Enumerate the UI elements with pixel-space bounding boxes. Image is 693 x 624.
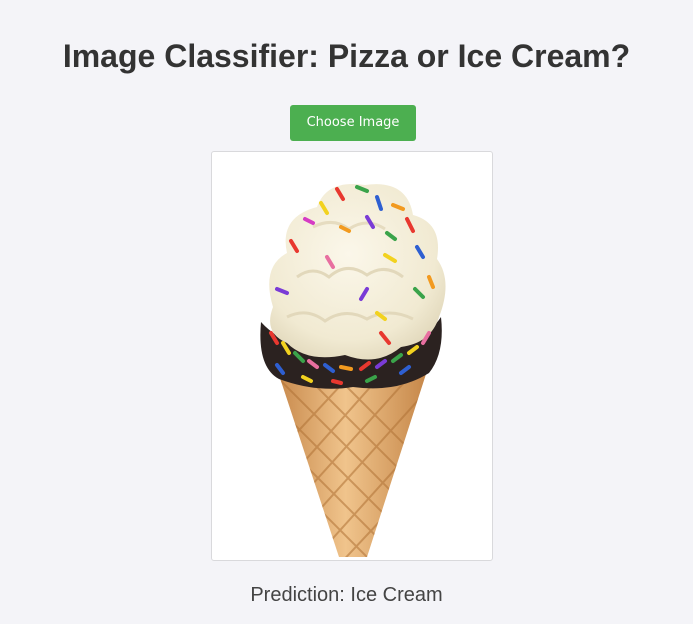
page-title: Image Classifier: Pizza or Ice Cream? xyxy=(62,38,631,74)
choose-image-button[interactable]: Choose Image xyxy=(290,105,416,141)
image-preview xyxy=(217,157,489,557)
image-preview-frame xyxy=(211,151,493,561)
ice-cream-cone-image xyxy=(260,183,446,557)
prediction-text: Prediction: Ice Cream xyxy=(250,584,443,606)
